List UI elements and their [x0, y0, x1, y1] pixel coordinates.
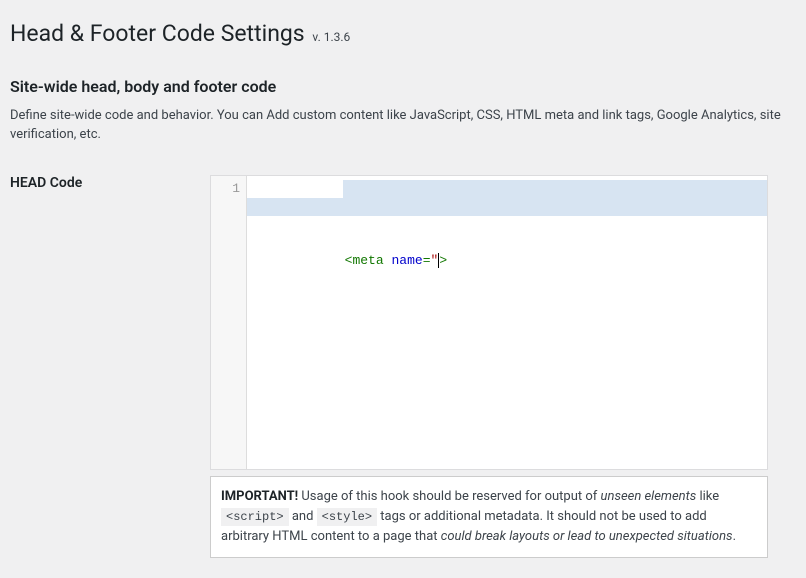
editor-content[interactable]: <meta name=">: [247, 176, 767, 469]
important-note: IMPORTANT! Usage of this hook should be …: [210, 476, 768, 558]
title-text: Head & Footer Code Settings: [10, 20, 305, 47]
head-code-label: HEAD Code: [10, 175, 82, 191]
editor-gutter: 1: [211, 176, 247, 469]
selection-highlight: [247, 198, 767, 216]
section-description: Define site-wide code and behavior. You …: [10, 106, 786, 145]
note-strong: IMPORTANT!: [221, 489, 298, 504]
code-script: <script>: [221, 508, 289, 526]
section-title: Site-wide head, body and footer code: [10, 77, 786, 96]
page-title: Head & Footer Code Settings v. 1.3.6: [10, 10, 786, 53]
line-number: 1: [215, 180, 240, 198]
version-label: v. 1.3.6: [310, 30, 350, 44]
code-line-1: <meta name=">: [345, 253, 448, 268]
selection-highlight: [343, 180, 767, 198]
code-style: <style>: [317, 508, 377, 526]
head-code-editor[interactable]: 1 <meta name=">: [210, 175, 768, 470]
